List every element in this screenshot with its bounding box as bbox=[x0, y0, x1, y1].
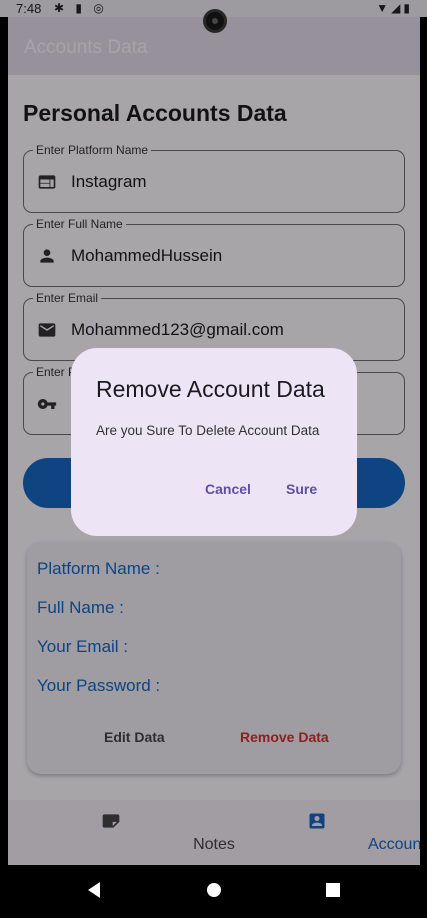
dialog-title: Remove Account Data bbox=[96, 376, 325, 402]
back-icon[interactable] bbox=[86, 881, 102, 899]
dialog-message: Are you Sure To Delete Account Data bbox=[96, 423, 320, 438]
home-icon[interactable] bbox=[206, 881, 222, 899]
remove-account-dialog: Remove Account Data Are you Sure To Dele… bbox=[71, 348, 357, 536]
cancel-button[interactable]: Cancel bbox=[205, 481, 251, 497]
confirm-button[interactable]: Sure bbox=[286, 481, 317, 497]
system-navigation-bar bbox=[0, 865, 427, 918]
recents-icon[interactable] bbox=[325, 881, 341, 899]
